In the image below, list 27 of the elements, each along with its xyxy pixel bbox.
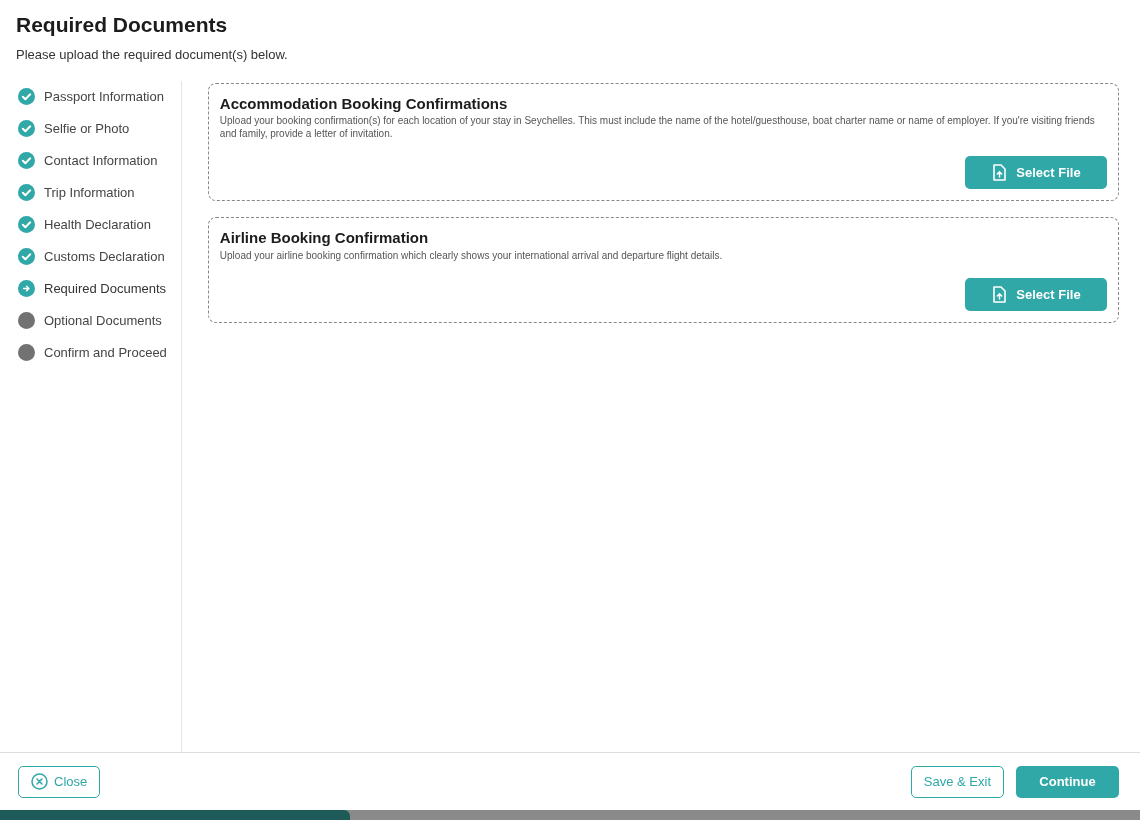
step-label[interactable]: Passport Information	[44, 86, 164, 107]
step-label[interactable]: Confirm and Proceed	[44, 342, 167, 363]
arrow-circle-icon	[18, 280, 35, 298]
page-title: Required Documents	[16, 12, 229, 38]
document-title: Accommodation Booking Confirmations	[219, 93, 509, 114]
step-label[interactable]: Health Declaration	[44, 214, 151, 235]
file-upload-icon	[991, 164, 1009, 182]
close-icon	[31, 773, 48, 790]
document-title: Airline Booking Confirmation	[219, 228, 430, 249]
check-circle-icon	[18, 120, 35, 138]
check-circle-icon	[18, 248, 35, 266]
check-circle-icon	[18, 88, 35, 106]
check-circle-icon	[18, 152, 35, 170]
step-label[interactable]: Contact Information	[44, 150, 158, 171]
document-description: Upload your booking confirmation(s) for each location of your stay in Seychelles. This must include the name of the hotel/guesthouse, boat charter name or name of employer. If you're visiting friends and family, provide a letter of invitation.	[219, 115, 1096, 141]
step-label[interactable]: Optional Documents	[44, 310, 162, 331]
check-circle-icon	[18, 184, 35, 202]
step-label[interactable]: Required Documents	[44, 278, 167, 299]
pending-circle-icon	[18, 344, 35, 362]
step-label[interactable]: Selfie or Photo	[44, 118, 130, 139]
step-label[interactable]: Customs Declaration	[44, 246, 165, 267]
step-label[interactable]: Trip Information	[44, 182, 135, 203]
document-description: Upload your airline booking confirmation which clearly shows your international arrival and departure flight details.	[219, 249, 724, 263]
page-subtitle: Please upload the required document(s) below.	[16, 46, 289, 65]
file-upload-icon	[991, 286, 1009, 304]
check-circle-icon	[18, 216, 35, 234]
pending-circle-icon	[18, 312, 35, 330]
